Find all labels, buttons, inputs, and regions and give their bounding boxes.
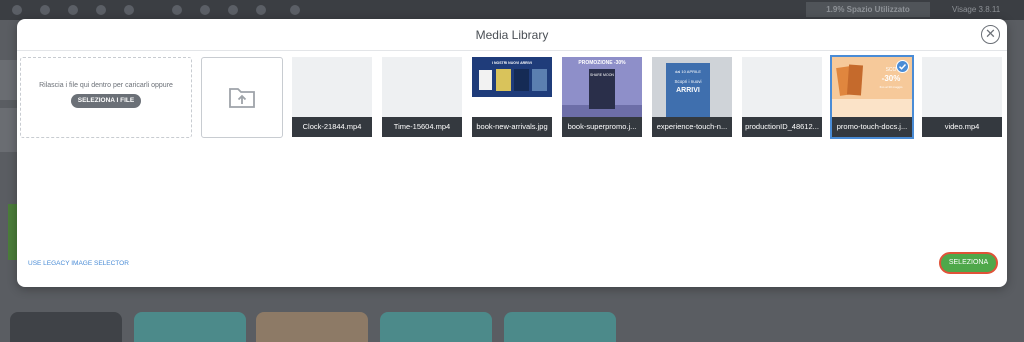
background-panel — [0, 60, 17, 100]
background-toolbar-icon — [96, 5, 106, 15]
book-superpromo-thumbnail: PROMOZIONE -30% SHARE MOON — [562, 57, 642, 117]
background-topbar: 1.9% Spazio Utilizzato Visage 3.8.11 — [0, 0, 1024, 20]
background-toolbar-icon — [172, 5, 182, 15]
background-thumbnail — [380, 312, 492, 342]
media-item-time-video[interactable]: Time-15604.mp4 — [382, 57, 462, 137]
background-toolbar-icon — [256, 5, 266, 15]
background-toolbar-icon — [68, 5, 78, 15]
background-toolbar-icon — [40, 5, 50, 15]
thumbnail-book-title: SHARE MOON — [590, 73, 614, 77]
folder-upload-tile[interactable] — [201, 57, 283, 138]
select-files-button[interactable]: SELEZIONA I FILE — [70, 94, 142, 108]
background-thumbnail — [256, 312, 368, 342]
background-toolbar-icon — [124, 5, 134, 15]
thumbnail-caption: ARRIVI — [676, 87, 700, 94]
media-library-modal: Media Library ✕ Rilascia i file qui dent… — [17, 19, 1007, 287]
media-item-production-video[interactable]: productionID_48612... — [742, 57, 822, 137]
legacy-image-selector-link[interactable]: USE LEGACY IMAGE SELECTOR — [28, 260, 129, 267]
media-item-label: promo-touch-docs.j... — [832, 117, 912, 137]
media-item-label: book-superpromo.j... — [562, 117, 642, 137]
background-thumbnail — [504, 312, 616, 342]
experience-touch-thumbnail: dal 10 APRILE Scopri i nuovi ARRIVI — [652, 57, 732, 117]
thumbnail-caption: Scopri i nuovi — [674, 79, 702, 84]
background-panel — [0, 108, 17, 152]
media-item-label: book-new-arrivals.jpg — [472, 117, 552, 137]
select-button[interactable]: SELEZIONA — [939, 252, 998, 274]
thumbnail-caption: -30% — [881, 74, 901, 83]
media-item-promo-touch-docs[interactable]: SCO -30% fino al 30 maggio promo-touch-d… — [830, 55, 914, 139]
media-item-video[interactable]: video.mp4 — [922, 57, 1002, 137]
background-toolbar-icon — [200, 5, 210, 15]
thumbnail-caption: dal 10 APRILE — [674, 69, 702, 74]
background-toolbar-icon — [228, 5, 238, 15]
media-item-book-superpromo[interactable]: PROMOZIONE -30% SHARE MOON book-superpro… — [562, 57, 642, 137]
selected-check-icon — [896, 60, 909, 73]
media-item-clock-video[interactable]: Clock-21844.mp4 — [292, 57, 372, 137]
media-item-label: productionID_48612... — [742, 117, 822, 137]
background-usage-badge: 1.9% Spazio Utilizzato — [806, 2, 930, 17]
close-icon[interactable]: ✕ — [981, 25, 1000, 44]
modal-header: Media Library ✕ — [17, 19, 1007, 51]
background-user: Visage 3.8.11 — [952, 5, 1001, 14]
book-new-arrivals-thumbnail: I NOSTRI NUOVI ARRIVI — [472, 57, 552, 117]
background-thumbnail — [10, 312, 122, 342]
background-toolbar-icon — [12, 5, 22, 15]
background-thumbnail — [134, 312, 246, 342]
thumbnail-caption: fino al 30 maggio — [879, 85, 903, 89]
dropzone-text: Rilascia i file qui dentro per caricarli… — [39, 82, 173, 89]
file-dropzone[interactable]: Rilascia i file qui dentro per caricarli… — [20, 57, 192, 138]
background-help-icon — [290, 5, 300, 15]
thumbnail-caption: I NOSTRI NUOVI ARRIVI — [492, 61, 532, 65]
media-item-label: experience-touch-n... — [652, 117, 732, 137]
media-item-label: video.mp4 — [922, 117, 1002, 137]
media-item-experience-touch[interactable]: dal 10 APRILE Scopri i nuovi ARRIVI expe… — [652, 57, 732, 137]
modal-title: Media Library — [475, 28, 549, 42]
folder-upload-icon — [229, 88, 255, 108]
media-item-label: Clock-21844.mp4 — [292, 117, 372, 137]
media-item-book-new-arrivals[interactable]: I NOSTRI NUOVI ARRIVI book-new-arrivals.… — [472, 57, 552, 137]
thumbnail-caption: PROMOZIONE -30% — [578, 60, 626, 66]
media-item-label: Time-15604.mp4 — [382, 117, 462, 137]
